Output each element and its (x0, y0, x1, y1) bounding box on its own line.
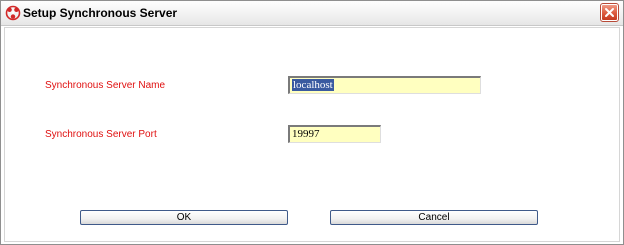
server-port-value: 19997 (292, 128, 320, 140)
server-name-value: localhost (292, 79, 334, 91)
dialog-content: Synchronous Server Name localhost Synchr… (4, 27, 620, 242)
server-port-label: Synchronous Server Port (45, 129, 157, 140)
server-name-field[interactable]: localhost (288, 76, 481, 94)
server-name-label: Synchronous Server Name (45, 80, 166, 91)
ok-button[interactable]: OK (80, 210, 288, 225)
dialog-window: Setup Synchronous Server Synchronous Ser… (0, 0, 624, 245)
app-logo-icon (5, 5, 21, 21)
cancel-button[interactable]: Cancel (330, 210, 538, 225)
close-button[interactable] (600, 3, 619, 22)
server-port-field[interactable]: 19997 (288, 125, 381, 143)
close-icon (605, 8, 614, 17)
window-title: Setup Synchronous Server (23, 6, 178, 20)
title-bar[interactable]: Setup Synchronous Server (1, 1, 623, 26)
